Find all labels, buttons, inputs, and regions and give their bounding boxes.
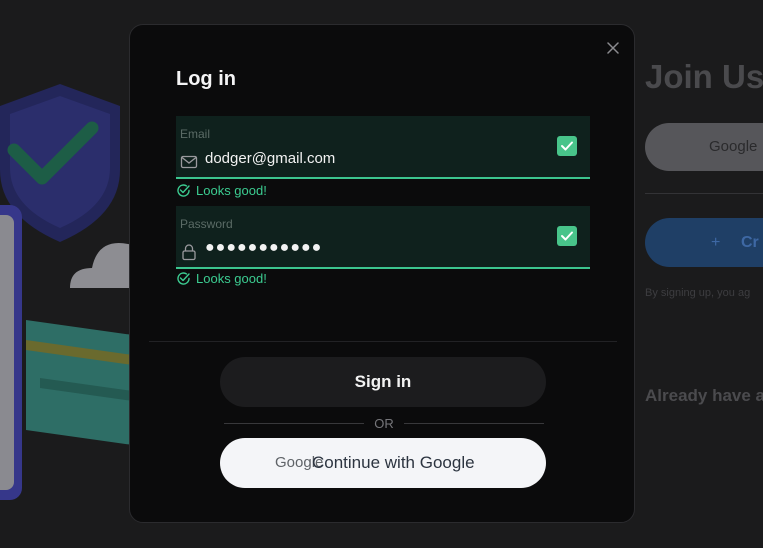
email-status-text: Looks good! [196,183,267,198]
google-button-label: Continue with Google [312,453,475,472]
close-button[interactable] [604,39,622,57]
password-input[interactable]: ●●●●●●●●●●● [205,239,322,257]
email-input[interactable]: dodger@gmail.com [205,150,335,167]
password-status-text: Looks good! [196,271,267,286]
email-label: Email [180,127,211,141]
security-illustration [0,84,140,500]
join-us-heading: Join Us [645,58,763,95]
background-terms-text: By signing up, you ag [645,287,751,299]
sign-in-button[interactable]: Sign in [220,357,546,407]
check-circle-icon [177,184,190,197]
login-modal: Log in Email dodger@gmail.com Looks good… [129,24,635,523]
or-divider: OR [224,415,544,431]
password-field[interactable]: Password ●●●●●●●●●●● [176,206,590,269]
background-google-text: Google [709,138,758,155]
password-validation-message: Looks good! [176,271,267,286]
mail-icon [180,155,198,169]
check-icon [561,231,573,241]
lock-icon [182,244,196,261]
modal-title: Log in [176,68,236,90]
background-create-text: Cr [741,234,759,251]
or-line-right [403,422,544,424]
or-line-left [224,422,365,424]
password-valid-checkbox [557,226,577,246]
plus-icon: + [711,234,721,251]
background-divider [645,193,763,194]
check-icon [561,141,573,151]
close-icon [607,42,619,54]
email-field[interactable]: Email dodger@gmail.com [176,116,590,179]
check-circle-icon [177,272,190,285]
email-valid-checkbox [557,136,577,156]
continue-with-google-button[interactable]: Google Continue with Google [220,438,546,488]
background-google-button: Google [645,123,763,171]
modal-divider [149,341,617,342]
background-already-text: Already have a [645,386,763,405]
or-text: OR [374,415,394,431]
email-validation-message: Looks good! [176,183,267,198]
background-create-button: + Cr [645,218,763,267]
password-label: Password [180,217,233,231]
